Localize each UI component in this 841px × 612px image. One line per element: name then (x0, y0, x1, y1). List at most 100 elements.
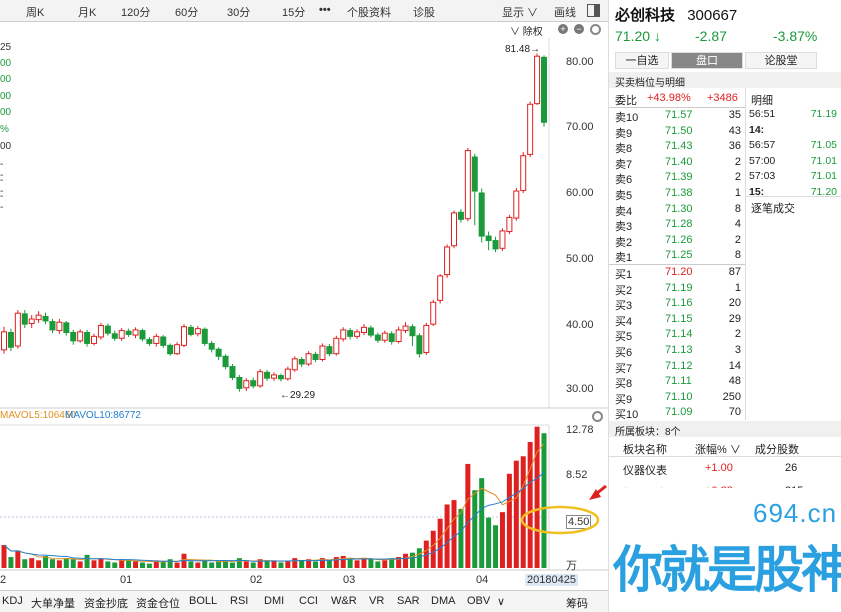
volume-tick-highlight: 4.50 (566, 515, 592, 529)
bid-level-row[interactable]: 买3 71.16 20 (615, 297, 741, 312)
tab-obv[interactable]: OBV (467, 595, 490, 607)
volume-tick: 12.78 (566, 424, 594, 436)
ask-level-row[interactable]: 卖1 71.25 8 (615, 249, 741, 264)
bid-level-row[interactable]: 买7 71.12 14 (615, 360, 741, 375)
tick-row: 56:51 71.19 (749, 108, 841, 121)
tab-rsi[interactable]: RSI (230, 595, 248, 607)
ask-level-row[interactable]: 卖2 71.26 2 (615, 234, 741, 249)
tab-sar[interactable]: SAR (397, 595, 420, 607)
volume-bar (534, 426, 540, 568)
price-tick: 70.00 (566, 121, 594, 133)
bid-level-row[interactable]: 买2 71.19 1 (615, 282, 741, 297)
ask-level-row[interactable]: 卖10 71.57 35 (615, 109, 741, 124)
tick-row: 14: (749, 124, 841, 137)
level-price: 71.43 (665, 140, 693, 153)
sector-row[interactable]: 仪器仪表 +1.00 26 (609, 460, 841, 478)
trade-detail-link[interactable]: 逐笔成交 (751, 200, 795, 216)
bid-level-row[interactable]: 买8 71.11 48 (615, 375, 741, 390)
level-label: 卖10 (615, 112, 639, 124)
volume-bar (49, 559, 55, 568)
tab-boll[interactable]: BOLL (189, 595, 217, 607)
chip-button[interactable]: 筹码 (566, 595, 588, 611)
tab-cci[interactable]: CCI (299, 595, 318, 607)
candle-body (430, 301, 437, 325)
tab-fund-position[interactable]: 资金仓位 (136, 595, 180, 611)
weibi-label: 委比 (615, 95, 637, 107)
tab-vr[interactable]: VR (369, 595, 384, 607)
candle-body (49, 321, 56, 331)
candle-body (222, 355, 229, 368)
volume-bar (486, 517, 492, 568)
level-volume: 87 (728, 266, 741, 278)
kline-chart[interactable] (0, 0, 608, 590)
col-change-sort[interactable]: 涨幅% ∨ (695, 441, 741, 457)
level-label: 买8 (615, 378, 633, 391)
level-label: 买2 (615, 284, 633, 297)
candle-body (201, 328, 208, 344)
volume-bar (361, 558, 367, 568)
watchlist-button[interactable]: 一自选 (615, 52, 669, 69)
candle-body (42, 315, 49, 322)
level-volume: 2 (734, 155, 741, 168)
candle-body (333, 337, 340, 355)
ask-level-row[interactable]: 卖5 71.38 1 (615, 187, 741, 202)
x-label: 03 (343, 574, 356, 586)
tab-fund-bottom[interactable]: 资金抄底 (84, 595, 128, 611)
last-price: 71.20 (615, 28, 651, 44)
level-price: 71.40 (665, 155, 693, 168)
candle-body (444, 246, 451, 276)
tab-forum[interactable]: 论股堂 (745, 52, 817, 69)
candle-body (402, 325, 409, 332)
candle-body (21, 313, 28, 325)
volume-bar (299, 560, 305, 568)
ask-level-row[interactable]: 卖3 71.28 4 (615, 218, 741, 233)
volume-bar (91, 560, 97, 568)
ask-level-row[interactable]: 卖7 71.40 2 (615, 156, 741, 171)
volume-bar (229, 562, 235, 568)
candle-body (229, 366, 236, 379)
chevron-down-icon[interactable]: ∨ (497, 595, 505, 608)
volume-bar (160, 561, 166, 568)
candle-body (478, 192, 485, 237)
candle-body (104, 325, 111, 334)
ask-level-row[interactable]: 卖8 71.43 36 (615, 140, 741, 155)
volume-settings-icon[interactable] (592, 411, 603, 422)
ask-level-row[interactable]: 卖4 71.30 8 (615, 203, 741, 218)
bid-level-row[interactable]: 买4 71.15 29 (615, 313, 741, 328)
level-price: 71.50 (665, 124, 693, 137)
volume-bar (77, 561, 83, 568)
bid-level-row[interactable]: 买10 71.09 70 (615, 406, 741, 421)
volume-bar (458, 508, 464, 568)
candle-body (361, 326, 367, 334)
candle-body (499, 230, 506, 249)
sector-header: 所属板块：8个 (609, 421, 841, 438)
tick-time: 56:51 (749, 108, 776, 120)
candle-body (271, 374, 277, 379)
col-sector-name[interactable]: 板块名称 (623, 441, 667, 457)
volume-bar (285, 561, 291, 568)
col-count[interactable]: 成分股数 (755, 441, 799, 457)
weibi-row: 委比 +43.98% +3486 (615, 92, 745, 107)
tab-kdj[interactable]: KDJ (2, 595, 23, 607)
tab-wr[interactable]: W&R (331, 595, 357, 607)
bid-level-row[interactable]: 买9 71.10 250 (615, 391, 741, 406)
tick-price: 71.19 (810, 108, 837, 120)
level-volume: 70 (728, 406, 741, 419)
tab-big-order[interactable]: 大单净量 (31, 595, 75, 611)
volume-bar (541, 433, 547, 568)
ask-level-row[interactable]: 卖9 71.50 43 (615, 125, 741, 140)
ask-level-row[interactable]: 卖6 71.39 2 (615, 171, 741, 186)
divider (745, 196, 841, 197)
x-label: 04 (476, 574, 489, 586)
bid-level-row[interactable]: 买6 71.13 3 (615, 344, 741, 359)
candle-body (77, 331, 84, 342)
tab-dma[interactable]: DMA (431, 595, 455, 607)
candle-body (146, 339, 153, 344)
tab-dmi[interactable]: DMI (264, 595, 284, 607)
bid-level-row[interactable]: 买5 71.14 2 (615, 328, 741, 343)
tab-orderbook[interactable]: 盘口 (671, 52, 743, 69)
volume-bar (56, 560, 62, 568)
volume-bar (520, 456, 526, 568)
watermark-slogan: 你就是股神 (613, 542, 841, 598)
bid-level-row[interactable]: 买1 71.20 87 (615, 266, 741, 281)
